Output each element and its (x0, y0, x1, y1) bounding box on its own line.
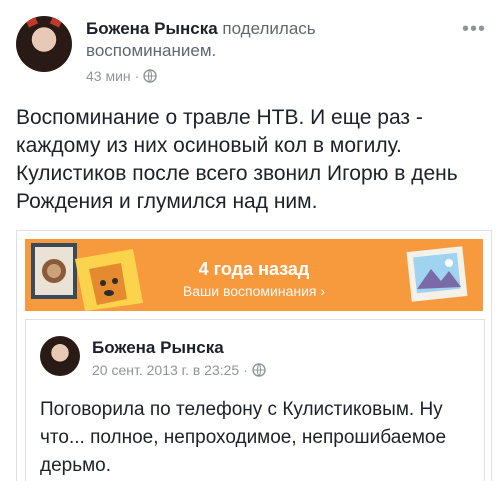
author-name[interactable]: Божена Рынска (86, 19, 218, 38)
shared-post-text: Поговорила по телефону с Кулистиковым. Н… (40, 399, 447, 476)
post-meta: 43 мин · (86, 68, 158, 84)
post-text: Воспоминание о травле НТВ. И еще раз - к… (16, 106, 458, 213)
globe-icon[interactable] (252, 363, 266, 377)
post-time[interactable]: 43 мин (86, 68, 131, 84)
shared-post[interactable]: Божена Рынска 20 сент. 2013 г. в 23:25 ·… (25, 319, 485, 481)
photo-icon (406, 246, 468, 302)
post-header: Божена Рынска поделилась воспоминанием. … (16, 12, 486, 88)
memory-card[interactable]: 4 года назад Ваши воспоминания › Божена … (16, 230, 492, 481)
author-avatar[interactable] (16, 16, 72, 72)
shared-author-avatar[interactable] (40, 336, 80, 376)
shared-post-meta: 20 сент. 2013 г. в 23:25 · (92, 362, 266, 378)
meta-separator: · (134, 68, 140, 84)
meta-separator: · (243, 362, 248, 378)
shared-post-date[interactable]: 20 сент. 2013 г. в 23:25 (92, 362, 239, 378)
memory-banner[interactable]: 4 года назад Ваши воспоминания › (25, 239, 483, 311)
post-header-text: Божена Рынска поделилась воспоминанием. (86, 18, 446, 62)
more-options-icon[interactable]: ••• (462, 18, 486, 41)
globe-icon[interactable] (143, 69, 158, 83)
shared-author-name[interactable]: Божена Рынска (92, 338, 224, 358)
